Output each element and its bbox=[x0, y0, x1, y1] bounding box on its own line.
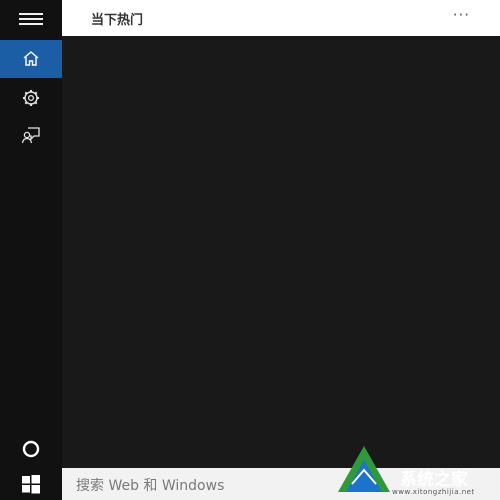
sidebar-item-settings[interactable] bbox=[0, 79, 62, 117]
search-placeholder: 搜索 Web 和 Windows bbox=[76, 478, 225, 494]
watermark-text: 系统之家 bbox=[400, 470, 468, 490]
sidebar-item-cortana[interactable] bbox=[0, 430, 62, 468]
page-title: 当下热门 bbox=[91, 13, 144, 28]
home-icon bbox=[23, 51, 39, 66]
content-area bbox=[62, 36, 500, 468]
gear-icon bbox=[23, 90, 39, 106]
watermark: 系统之家 www.xitongzhijia.net bbox=[330, 440, 500, 500]
more-options-icon[interactable]: ··· bbox=[453, 6, 470, 24]
sidebar bbox=[0, 0, 62, 468]
hamburger-menu-icon[interactable] bbox=[0, 0, 62, 38]
header: 当下热门 ··· bbox=[62, 0, 500, 36]
watermark-url: www.xitongzhijia.net bbox=[392, 488, 475, 496]
start-button[interactable] bbox=[0, 468, 62, 500]
cortana-circle-icon bbox=[22, 440, 40, 458]
feedback-icon bbox=[21, 127, 40, 144]
watermark-logo-icon bbox=[338, 446, 390, 492]
sidebar-item-feedback[interactable] bbox=[0, 116, 62, 154]
windows-logo-icon bbox=[22, 475, 40, 494]
sidebar-item-home[interactable] bbox=[0, 40, 62, 78]
